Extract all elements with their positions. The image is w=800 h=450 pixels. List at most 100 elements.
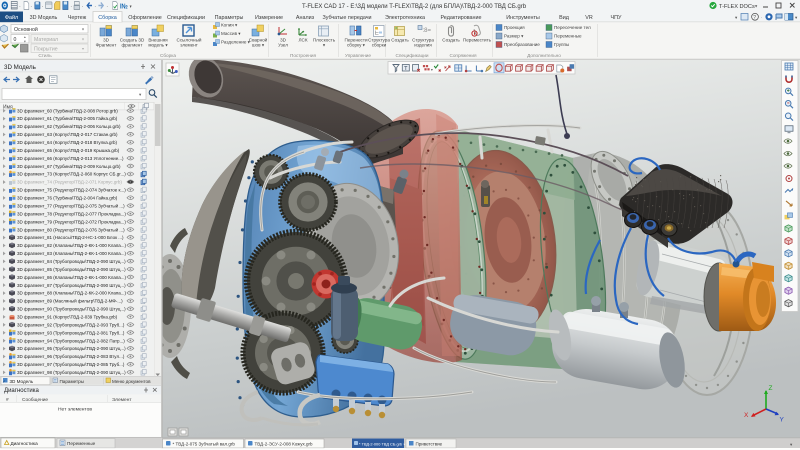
svg-text:3D фрагмент_98 (Трубопроводы\Т: 3D фрагмент_98 (Трубопроводы\ТВД-2-090 Ш… [17, 370, 126, 375]
svg-text:3D фрагмент_64 (Корпус\ТВД-2-0: 3D фрагмент_64 (Корпус\ТВД-2-018 Втулка.… [17, 140, 118, 145]
svg-text:·: · [70, 4, 72, 11]
svg-text:3D фрагмент_60 (Турбина\ТВД-2-: 3D фрагмент_60 (Турбина\ТВД-2-008 Ротор.… [17, 108, 118, 113]
svg-text:Диагностика: Диагностика [4, 388, 39, 394]
svg-text:Измерение: Измерение [255, 15, 283, 21]
svg-text:ТВД-2-ЭСУ-2-008 Кожух.grb: ТВД-2-ЭСУ-2-008 Кожух.grb [255, 442, 314, 447]
svg-text:Переменные: Переменные [67, 441, 96, 446]
svg-text:Чертеж: Чертеж [68, 15, 87, 21]
svg-text:3D фрагмент_91 (Корпус\ТВД-2-0: 3D фрагмент_91 (Корпус\ТВД-2-039 Трубка.… [17, 314, 118, 319]
svg-text:?: ? [753, 15, 756, 21]
svg-text:Копия ▾: Копия ▾ [221, 23, 238, 28]
svg-text:* ТВД-2-075 Зубчатый вал.grb: * ТВД-2-075 Зубчатый вал.grb [173, 441, 236, 447]
svg-text:3D фрагмент_65 (Корпус\ТВД-2-0: 3D фрагмент_65 (Корпус\ТВД-2-019 Крышка.… [17, 148, 120, 153]
svg-text:Дополнительно: Дополнительно [527, 53, 561, 58]
svg-text:▾: ▾ [24, 40, 26, 44]
svg-text:3D фрагмент_80 (Редуктор\ТВД-2: 3D фрагмент_80 (Редуктор\ТВД-2-076 Зубча… [17, 226, 125, 232]
svg-text:3D фрагмент_76 (Турбина\ТВД-2-: 3D фрагмент_76 (Турбина\ТВД-2-004 Гайка.… [17, 195, 118, 201]
svg-text:3D фрагмент_92 (Трубопроводы\Т: 3D фрагмент_92 (Трубопроводы\ТВД-2-093 Т… [17, 322, 125, 327]
svg-text:·: · [761, 15, 762, 20]
svg-text:3D фрагмент_66 (Корпус\ТВД-2-0: 3D фрагмент_66 (Корпус\ТВД-2-013 Уплотне… [17, 156, 124, 161]
svg-text:Размер ▾: Размер ▾ [504, 34, 524, 39]
svg-text:#: # [6, 397, 9, 403]
svg-text:3D фрагмент_73 (Корпус\ТВД-2-0: 3D фрагмент_73 (Корпус\ТВД-2-060 Корпус … [17, 172, 126, 177]
svg-text:Основной: Основной [14, 26, 38, 33]
svg-text:·: · [82, 4, 84, 11]
svg-text:Параметры: Параметры [60, 379, 85, 384]
svg-text:Инструменты: Инструменты [506, 15, 540, 21]
svg-text:Построения: Построения [290, 53, 316, 58]
svg-text:3D фрагмент_74 (Редуктор\ТВД-2: 3D фрагмент_74 (Редуктор\ТВД-2-071 Корпу… [17, 180, 122, 185]
svg-text:3D фрагмент_63 (Корпус\ТВД-2-0: 3D фрагмент_63 (Корпус\ТВД-2-017 Стакан.… [17, 132, 118, 137]
svg-text:Элемент: Элемент [112, 397, 132, 403]
svg-text:Сборка: Сборка [98, 15, 116, 21]
svg-text:3D фрагмент_87 (Трубопроводы\Т: 3D фрагмент_87 (Трубопроводы\ТВД-2-090 Ш… [17, 283, 126, 288]
svg-text:сборку ▾: сборку ▾ [347, 43, 366, 48]
svg-text:▾: ▾ [431, 67, 433, 72]
svg-text:Сборка: Сборка [160, 53, 176, 58]
svg-text:Оформление: Оформление [128, 15, 161, 21]
svg-text:▾: ▾ [82, 37, 84, 42]
svg-text:3D фрагмент_62 (Турбина\ТВД-2-: 3D фрагмент_62 (Турбина\ТВД-2-006 Кольцо… [17, 124, 121, 129]
svg-text:3D фрагмент_83 (Клапаны\ТВД-2-: 3D фрагмент_83 (Клапаны\ТВД-2-КК-1-000 К… [17, 251, 127, 256]
svg-text:3D фрагмент_82 (Клапаны\ТВД-2-: 3D фрагмент_82 (Клапаны\ТВД-2-КК-1-000 К… [17, 243, 127, 248]
svg-text:Приветствие: Приветствие [416, 442, 443, 447]
svg-text:3D фрагмент_93 (Трубопроводы\Т: 3D фрагмент_93 (Трубопроводы\ТВД-2-081 Т… [17, 330, 125, 335]
svg-text:Фрагмент: Фрагмент [96, 43, 118, 48]
svg-text:Файл: Файл [5, 14, 18, 21]
svg-text:·: · [94, 4, 96, 11]
svg-text:Стиль: Стиль [38, 53, 52, 58]
svg-text:3D фрагмент_96 (Трубопроводы\Т: 3D фрагмент_96 (Трубопроводы\ТВД-2-083 В… [17, 354, 125, 359]
svg-text:шов ▾: шов ▾ [252, 43, 265, 48]
svg-text:Диагностика: Диагностика [11, 441, 39, 446]
svg-text:элемент: элемент [180, 43, 199, 48]
svg-text:* ТВД-2-000 ТВД СБ.grb ×: * ТВД-2-000 ТВД СБ.grb × [359, 441, 405, 446]
svg-text:ЛСК: ЛСК [298, 38, 307, 43]
svg-text:VR: VR [585, 15, 593, 21]
svg-text:3D фрагмент_90 (Трубопроводы\Т: 3D фрагмент_90 (Трубопроводы\ТВД-2-090 Ш… [17, 307, 126, 312]
svg-text:Z: Z [769, 385, 773, 392]
svg-text:Преобразование: Преобразование [504, 42, 540, 47]
svg-text:3D фрагмент_61 (Турбина\ТВД-2-: 3D фрагмент_61 (Турбина\ТВД-2-005 Гайка.… [17, 115, 118, 121]
svg-text:I№: I№ [120, 3, 128, 11]
svg-text:3D фрагмент_86 (Клапаны\ТВД-2-: 3D фрагмент_86 (Клапаны\ТВД-2-КК-1-000 К… [17, 275, 127, 280]
svg-text:·: · [42, 4, 44, 11]
svg-text:Пересечение тел: Пересечение тел [554, 25, 591, 30]
svg-text:·: · [30, 4, 32, 11]
svg-text:модель ▾: модель ▾ [148, 43, 168, 48]
svg-text:3D фрагмент_88 (Клапаны\ТВД-2-: 3D фрагмент_88 (Клапаны\ТВД-2-КК-2-000 К… [17, 291, 127, 296]
svg-text:·: · [19, 4, 21, 11]
svg-text:T-FLEX CAD 17 - Е:\3Д модели T: T-FLEX CAD 17 - Е:\3Д модели T-FLEX\ТВД-… [302, 4, 527, 10]
svg-text:Создать: Создать [391, 38, 409, 43]
svg-text:Y: Y [780, 417, 785, 424]
svg-text:3D фрагмент_78 (Редуктор\ТВД-2: 3D фрагмент_78 (Редуктор\ТВД-2-077 Прокл… [17, 211, 126, 216]
svg-text:0: 0 [14, 37, 17, 43]
svg-text:изделия: изделия [414, 43, 432, 48]
svg-text:Сопряжения: Сопряжения [449, 53, 477, 58]
svg-text:3D Модель: 3D Модель [4, 64, 36, 71]
svg-text:▾: ▾ [82, 46, 84, 51]
svg-text:фрагмент: фрагмент [122, 43, 144, 48]
svg-text:3D Модель: 3D Модель [30, 15, 58, 21]
svg-text:Электротехника: Электротехника [385, 15, 425, 21]
svg-text:Переместить: Переместить [463, 38, 492, 43]
svg-text:Редактирование: Редактирование [440, 15, 481, 21]
svg-text:Переменные: Переменные [554, 34, 582, 39]
svg-text:Анализ: Анализ [296, 15, 315, 21]
svg-text:Ссылочный: Ссылочный [177, 37, 202, 43]
svg-text:Параметры: Параметры [215, 15, 244, 21]
svg-text:Управление: Управление [345, 53, 371, 58]
svg-text:T-FLEX DOCs: T-FLEX DOCs [719, 4, 755, 10]
svg-text:Имя: Имя [3, 104, 13, 110]
svg-text:Сообщение: Сообщение [22, 397, 48, 403]
svg-text:X: X [744, 412, 749, 419]
svg-text:Нет элементов: Нет элементов [58, 407, 92, 413]
svg-text:▴: ▴ [24, 35, 26, 39]
svg-text:Меню документов: Меню документов [112, 379, 151, 384]
svg-text:3D фрагмент_89 (Масляный фильт: 3D фрагмент_89 (Масляный фильтр\ТВД-2-МФ… [17, 298, 123, 304]
svg-text:Материал: Материал [34, 37, 58, 43]
svg-text:3D фрагмент_77 (Редуктор\ТВД-2: 3D фрагмент_77 (Редуктор\ТВД-2-075 Зубча… [17, 202, 125, 208]
svg-text:Вид: Вид [559, 15, 570, 21]
svg-text:3D Модель: 3D Модель [10, 379, 34, 384]
svg-text:Спецификации: Спецификации [396, 53, 429, 58]
svg-text::8=: :8= [423, 28, 432, 34]
